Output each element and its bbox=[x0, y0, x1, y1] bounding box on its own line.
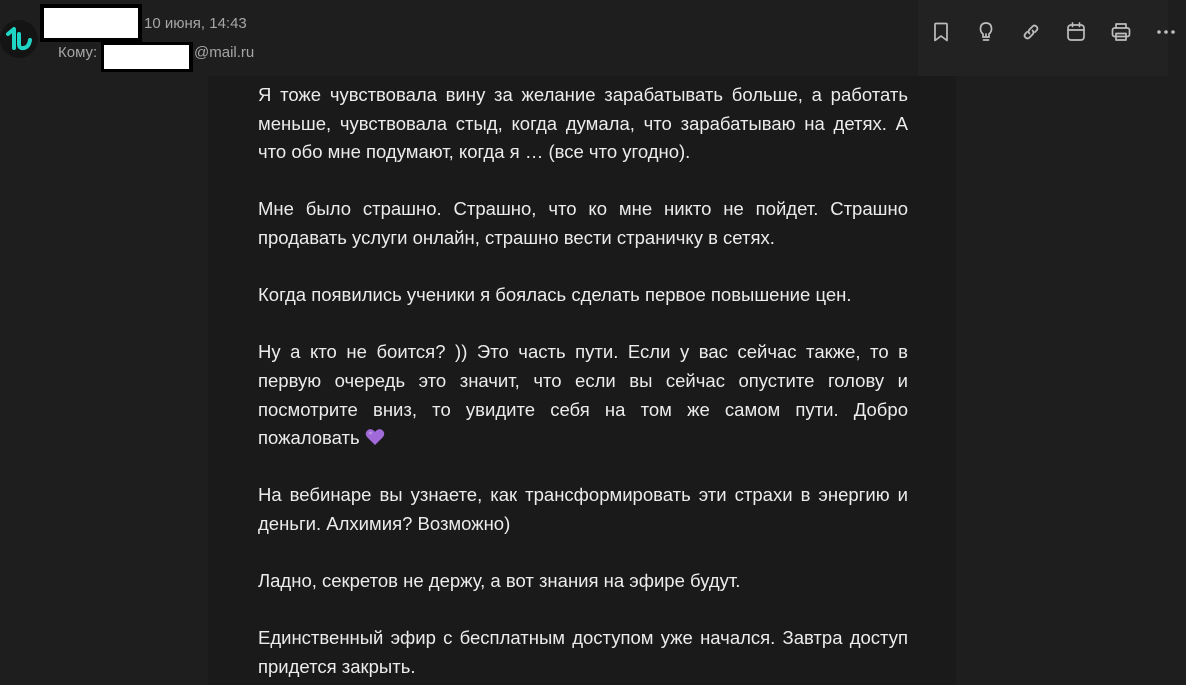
print-icon[interactable] bbox=[1109, 20, 1133, 44]
email-view: 10 июня, 14:43 Кому: @mail.ru Я тоже чув… bbox=[0, 0, 1186, 685]
lightbulb-icon[interactable] bbox=[974, 20, 998, 44]
message-paragraph: На вебинаре вы узнаете, как трансформиро… bbox=[258, 484, 908, 534]
message-paragraph: Ну а кто не боится? )) Это часть пути. Е… bbox=[258, 338, 908, 452]
calendar-icon[interactable] bbox=[1064, 20, 1088, 44]
sender-logo-icon bbox=[6, 27, 32, 51]
message-paragraph: Я тоже чувствовала вину за желание зараб… bbox=[258, 84, 908, 163]
message-paragraph: Когда появились ученики я боялась сделат… bbox=[258, 284, 852, 306]
link-icon[interactable] bbox=[1019, 20, 1043, 44]
recipient-redacted bbox=[101, 42, 193, 72]
recipient-label: Кому: bbox=[58, 44, 98, 61]
message-paragraph: Мне было страшно. Страшно, что ко мне ни… bbox=[258, 198, 908, 248]
bookmark-icon[interactable] bbox=[929, 20, 953, 44]
more-icon[interactable] bbox=[1154, 20, 1178, 44]
sender-avatar[interactable] bbox=[0, 20, 38, 58]
email-date: 10 июня, 14:43 bbox=[144, 15, 247, 32]
email-header: 10 июня, 14:43 Кому: @mail.ru bbox=[0, 0, 1186, 76]
purple-heart-icon bbox=[365, 429, 385, 446]
message-paragraph: Единственный эфир с бесплатным доступом … bbox=[258, 627, 908, 677]
message-paragraph: Ладно, секретов не держу, а вот знания н… bbox=[258, 570, 741, 592]
message-text: Я тоже чувствовала вину за желание зараб… bbox=[258, 81, 908, 681]
recipient-domain: @mail.ru bbox=[194, 44, 255, 61]
message-paragraph-text: Ну а кто не боится? )) Это часть пути. Е… bbox=[258, 341, 908, 449]
sender-name-redacted bbox=[40, 4, 142, 42]
